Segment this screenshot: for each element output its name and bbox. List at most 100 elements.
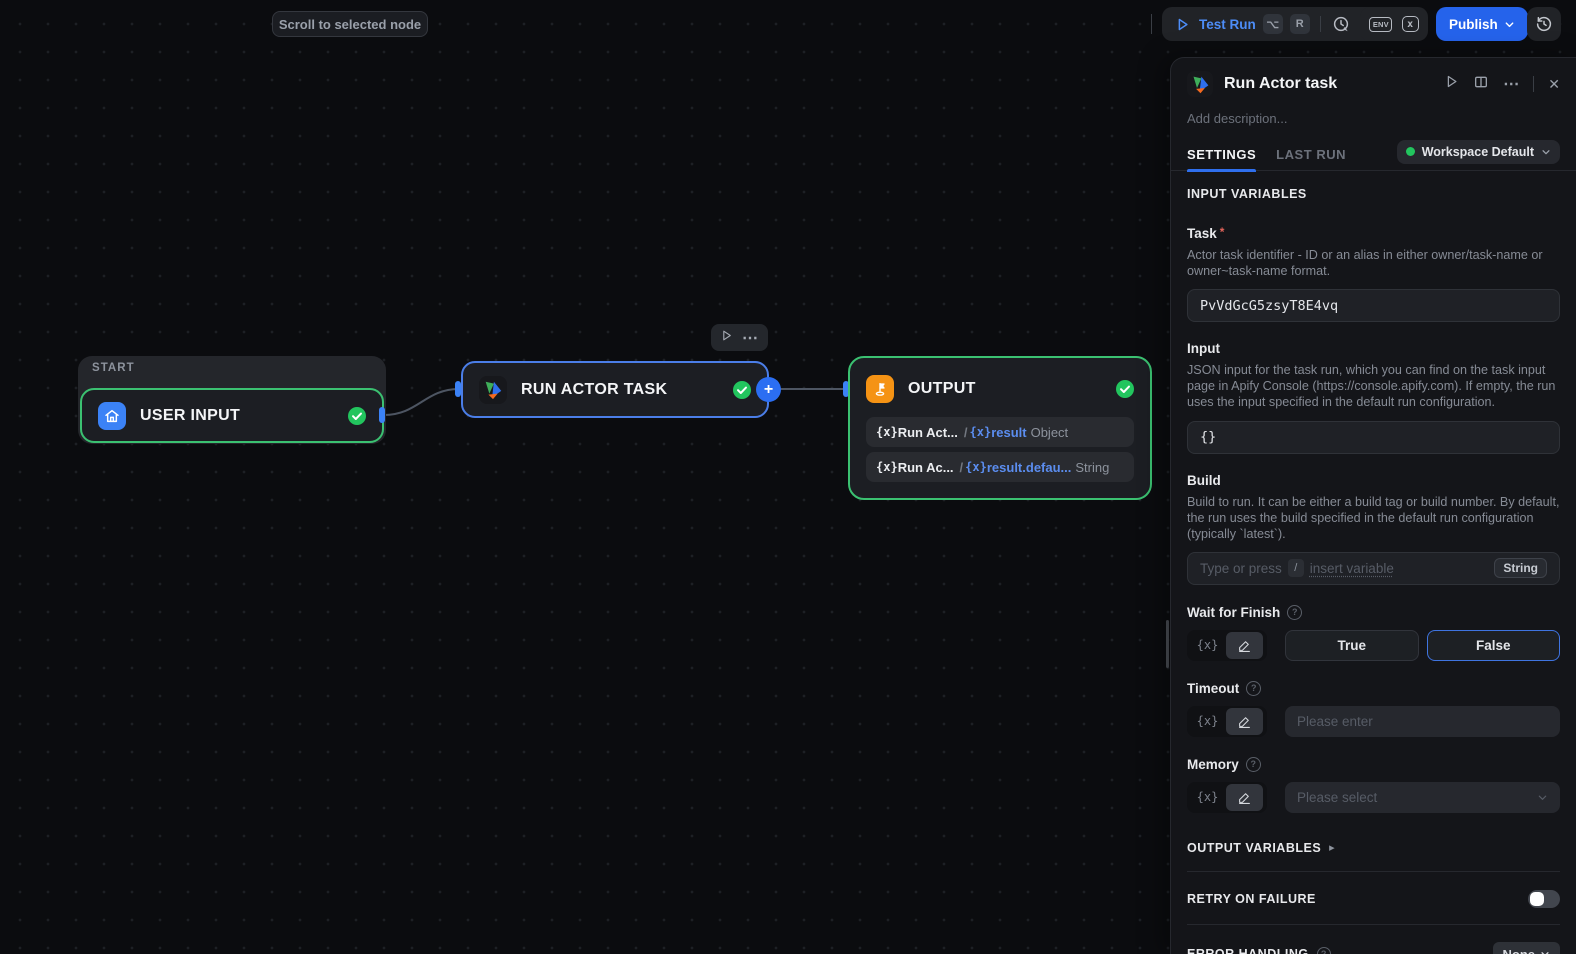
variable-icon: {x} <box>876 425 898 439</box>
build-input[interactable]: Type or press / insert variable String <box>1187 551 1560 585</box>
required-asterisk: * <box>1219 225 1225 239</box>
chip-path: result.defau... <box>986 459 1072 475</box>
help-icon[interactable]: ? <box>1246 680 1262 696</box>
timeout-label: Timeout <box>1187 680 1240 696</box>
run-history-icon[interactable] <box>1331 14 1351 34</box>
add-next-node-button[interactable]: + <box>756 377 781 402</box>
wait-for-finish-label: Wait for Finish <box>1187 604 1281 620</box>
tab-settings[interactable]: SETTINGS <box>1187 139 1257 172</box>
edit-mode-button[interactable] <box>1226 631 1263 659</box>
output-handle-user-input[interactable] <box>379 407 385 423</box>
variable-mode-button[interactable]: {x} <box>1189 638 1226 652</box>
chip-type: String <box>1075 459 1110 475</box>
option-key-badge: ⌥ <box>1262 14 1283 34</box>
help-icon[interactable]: ? <box>1316 947 1331 954</box>
chip-path: result <box>991 424 1027 440</box>
timeout-input[interactable]: Please enter <box>1285 705 1560 737</box>
input-label: Input <box>1187 341 1220 357</box>
header-divider <box>1533 76 1535 92</box>
panel-tabs: SETTINGS LAST RUN Workspace Default <box>1171 139 1576 172</box>
pencil-icon <box>1239 641 1250 652</box>
error-handling-value: None <box>1503 947 1536 954</box>
task-description: Actor task identifier - ID or an alias i… <box>1187 248 1543 279</box>
workflow-editor: Scroll to selected node START USER INPUT… <box>0 0 1576 954</box>
toolbar-divider <box>1151 14 1152 34</box>
run-node-icon[interactable] <box>1444 74 1459 94</box>
docs-book-icon[interactable] <box>1473 74 1489 95</box>
chevron-down-icon <box>1538 795 1547 800</box>
node-run-actor-task-label: RUN ACTOR TASK <box>521 380 668 398</box>
pencil-icon <box>1239 717 1250 728</box>
value-mode-switch: {x} <box>1187 629 1267 661</box>
section-divider <box>1187 870 1560 872</box>
chip-source: Run Act... <box>897 424 958 440</box>
description-input[interactable]: Add description... <box>1187 111 1560 126</box>
section-input-variables: INPUT VARIABLES <box>1187 187 1307 201</box>
node-run-actor-task[interactable]: RUN ACTOR TASK <box>461 361 769 418</box>
variable-mode-button[interactable]: {x} <box>1189 790 1226 804</box>
version-history-button[interactable] <box>1527 7 1561 41</box>
section-divider <box>1187 923 1560 925</box>
help-icon[interactable]: ? <box>1245 756 1261 772</box>
output-variables-section[interactable]: OUTPUT VARIABLES ▸ <box>1187 841 1560 855</box>
memory-select[interactable]: Please select <box>1285 781 1560 813</box>
env-icon[interactable]: ENV <box>1369 16 1393 32</box>
chip-separator: / <box>963 424 968 440</box>
apify-logo-icon <box>1187 71 1213 97</box>
apify-logo-icon <box>479 375 507 404</box>
scroll-to-selected-node-button[interactable]: Scroll to selected node <box>272 11 428 37</box>
publish-button[interactable]: Publish <box>1436 7 1528 41</box>
output-variable-chip[interactable]: {x} Run Act... / {x} result Object <box>866 417 1134 447</box>
more-options-icon[interactable]: ⋯ <box>1503 74 1519 94</box>
node-settings-panel: Run Actor task ⋯ ✕ Add description... SE… <box>1170 57 1576 954</box>
workspace-selector[interactable]: Workspace Default <box>1396 139 1560 164</box>
wait-false-button[interactable]: False <box>1426 629 1560 661</box>
pencil-icon <box>1239 793 1250 804</box>
insert-variable-link[interactable]: insert variable <box>1310 561 1394 576</box>
chevron-right-icon: ▸ <box>1329 842 1335 855</box>
json-input[interactable] <box>1187 420 1560 454</box>
chevron-down-icon <box>1541 952 1549 954</box>
close-icon[interactable]: ✕ <box>1548 76 1560 93</box>
success-check-icon <box>348 406 366 425</box>
panel-title: Run Actor task <box>1224 75 1338 92</box>
wait-true-button[interactable]: True <box>1285 629 1419 661</box>
test-run-button[interactable]: Test Run <box>1199 17 1256 32</box>
node-run-icon[interactable] <box>720 329 733 347</box>
section-retry-on-failure: RETRY ON FAILURE <box>1187 891 1316 906</box>
test-run-group: Test Run ⌥ R <box>1162 7 1388 41</box>
variable-mode-button[interactable]: {x} <box>1189 714 1226 728</box>
chip-separator: / <box>959 459 964 475</box>
retry-toggle[interactable] <box>1528 889 1560 908</box>
chip-source: Run Ac... <box>897 459 954 475</box>
output-variable-chip[interactable]: {x} Run Ac... / {x} result.defau... String <box>866 452 1134 482</box>
env-variables-group: ENV x <box>1360 7 1428 41</box>
panel-resize-handle[interactable] <box>1166 620 1169 668</box>
string-type-badge: String <box>1494 558 1547 579</box>
workspace-status-dot <box>1405 147 1415 156</box>
edit-mode-button[interactable] <box>1226 707 1263 735</box>
variable-icon: {x} <box>965 460 987 474</box>
input-description: JSON input for the task run, which you c… <box>1187 363 1556 410</box>
node-more-icon[interactable]: ⋯ <box>742 328 759 348</box>
node-output[interactable]: OUTPUT {x} Run Act... / {x} result Object … <box>848 356 1152 500</box>
build-label: Build <box>1187 472 1221 488</box>
tab-last-run[interactable]: LAST RUN <box>1276 139 1346 171</box>
variables-icon[interactable]: x <box>1401 16 1419 32</box>
start-group-label: START <box>92 362 135 374</box>
value-mode-switch: {x} <box>1187 781 1267 813</box>
section-output-variables: OUTPUT VARIABLES <box>1187 840 1322 855</box>
slash-key-badge: / <box>1287 559 1304 578</box>
home-icon <box>98 401 126 430</box>
task-input[interactable] <box>1187 289 1560 323</box>
section-error-handling: ERROR HANDLING <box>1187 947 1309 954</box>
play-icon[interactable] <box>1172 14 1192 34</box>
memory-label: Memory <box>1187 756 1239 772</box>
history-icon <box>1536 16 1552 32</box>
node-user-input[interactable]: USER INPUT <box>80 388 384 443</box>
help-icon[interactable]: ? <box>1287 604 1303 620</box>
success-check-icon <box>733 380 751 399</box>
edit-mode-button[interactable] <box>1226 783 1263 811</box>
error-handling-select[interactable]: None <box>1492 941 1560 954</box>
variable-icon: {x} <box>876 460 898 474</box>
